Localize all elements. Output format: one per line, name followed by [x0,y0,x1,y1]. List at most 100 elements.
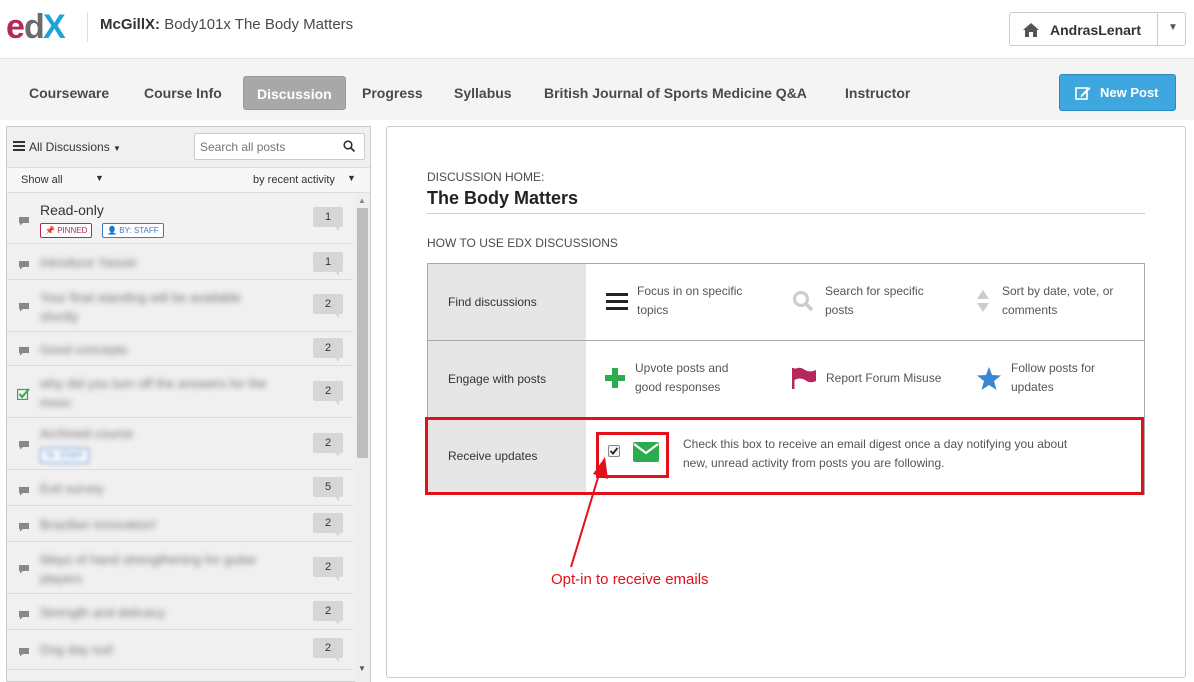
staff-label: BY: STAFF [119,226,159,235]
thread-title: Your final standing will be available sh… [40,290,242,324]
caret-down-icon: ▼ [113,144,121,153]
thread-item[interactable]: Brazilian innovation! 2 [7,506,353,542]
scrollbar-thumb[interactable] [357,208,368,458]
thread-item[interactable]: Ways of hand strengthening for guitar pl… [7,542,353,594]
scroll-down-icon[interactable]: ▼ [358,664,366,673]
comment-icon [19,487,29,496]
course-name: Body101x The Body Matters [164,16,354,33]
show-all-dropdown[interactable]: Show all [21,174,63,186]
header-divider [87,12,88,42]
thread-item[interactable]: Dog day out! 2 [7,630,353,670]
thread-title: Archived course [40,426,134,441]
thread-title: Ways of hand strengthening for guitar pl… [40,552,257,586]
top-header: e d X McGillX: Body101x The Body Matters… [0,0,1194,58]
howto-heading: HOW TO USE EDX DISCUSSIONS [427,236,618,250]
all-discussions-dropdown[interactable]: All Discussions ▼ [29,140,121,154]
search-icon[interactable] [343,140,355,152]
thread-item[interactable]: Read-only 📌 PINNED 👤 BY: STAFF 1 [7,194,353,244]
receive-updates-row: Receive updates Check this box to receiv… [428,418,1144,494]
howto-item: Search for specific posts [825,282,924,320]
howto-text: comments [1002,303,1058,317]
staff-badge: TA: STAFF [40,448,89,463]
comment-count: 2 [313,338,343,362]
comment-count: 2 [313,513,343,537]
tab-courseware[interactable]: Courseware [16,76,122,110]
thread-item[interactable]: Strength and delicacy 2 [7,594,353,630]
sort-icon [977,290,989,312]
comment-count: 2 [313,381,343,405]
comment-icon [19,648,29,657]
page-title: The Body Matters [427,188,579,208]
chevron-down-icon[interactable]: ▼ [1168,22,1178,33]
search-input[interactable] [194,133,365,160]
comment-icon [19,565,29,574]
new-post-button[interactable]: New Post [1059,74,1176,111]
thread-list-scrollbar[interactable]: ▲ ▼ [355,194,370,682]
howto-text: Check this box to receive an email diges… [683,437,1068,451]
thread-item[interactable]: Archived course TA: STAFF 2 [7,418,353,470]
comment-count: 2 [313,294,343,318]
svg-text:e: e [6,8,25,44]
search-icon [793,291,814,312]
flag-icon [792,367,816,389]
svg-text:X: X [43,8,66,44]
discussion-home-panel: DISCUSSION HOME: The Body Matters HOW TO… [386,126,1186,678]
course-title: McGillX: Body101x The Body Matters [100,16,353,33]
howto-table: Find discussions Focus in on specific to… [427,263,1145,495]
tab-syllabus[interactable]: Syllabus [441,76,525,110]
thread-title: Good concepts [40,342,128,357]
annotation-arrow [570,457,608,568]
edx-logo[interactable]: e d X [6,8,72,44]
engage-with-posts-row: Engage with posts Upvote posts and good … [428,341,1144,418]
thread-title: Introduce Yasser [40,255,138,270]
howto-item: Follow posts for updates [1011,359,1095,397]
envelope-icon [633,442,659,462]
tab-instructor[interactable]: Instructor [832,76,923,110]
list-icon [606,293,628,310]
thread-title: Dog day out! [40,642,114,657]
sidebar-filter-bar: All Discussions ▼ [7,127,370,167]
thread-item[interactable]: why did you turn off the answers for the… [7,366,353,418]
comment-icon [19,523,29,532]
thread-title: Read-only [40,202,104,218]
howto-item: Focus in on specific topics [637,282,742,320]
tab-bjsm-qa[interactable]: British Journal of Sports Medicine Q&A [531,76,820,110]
comment-count: 5 [313,477,343,501]
scroll-up-icon[interactable]: ▲ [358,196,366,205]
following-check-icon [17,388,30,400]
discussion-sidebar: All Discussions ▼ Show all ▼ by recent a… [6,126,371,682]
thread-item[interactable]: Introduce Yasser 1 [7,244,353,280]
edit-icon [1075,87,1091,100]
comment-icon [19,217,29,226]
new-post-label: New Post [1100,85,1159,100]
comment-icon [19,261,29,270]
course-nav: Courseware Course Info Discussion Progre… [0,58,1194,120]
howto-item: Report Forum Misuse [826,369,941,388]
howto-text: new, unread activity from posts you are … [683,456,945,470]
thread-list: Read-only 📌 PINNED 👤 BY: STAFF 1 Introdu… [7,194,353,682]
staff-badge: 👤 BY: STAFF [102,223,164,238]
tab-course-info[interactable]: Course Info [131,76,235,110]
thread-title: why did you turn off the answers for the… [40,376,267,410]
thread-item[interactable]: Exit survey 5 [7,470,353,506]
comment-count: 2 [313,601,343,625]
howto-item: Sort by date, vote, or comments [1002,282,1113,320]
thread-item[interactable]: Your final standing will be available sh… [7,280,353,332]
thread-item[interactable]: Good concepts 2 [7,332,353,366]
caret-down-icon[interactable]: ▼ [347,173,356,183]
course-org: McGillX: [100,16,161,33]
howto-text: Follow posts for [1011,361,1096,375]
sort-dropdown[interactable]: by recent activity [253,174,335,186]
thread-title: Exit survey [40,481,104,496]
comment-icon [19,347,29,356]
svg-text:d: d [24,8,45,44]
howto-text: topics [637,303,669,317]
row-heading: Find discussions [428,264,586,340]
tab-progress[interactable]: Progress [349,76,436,110]
row-heading: Engage with posts [428,341,586,417]
menu-icon[interactable] [13,141,25,151]
howto-text: Report Forum Misuse [826,371,942,385]
tab-discussion[interactable]: Discussion [243,76,346,110]
caret-down-icon[interactable]: ▼ [95,173,104,183]
user-menu-button[interactable]: AndrasLenart ▼ [1009,12,1186,46]
